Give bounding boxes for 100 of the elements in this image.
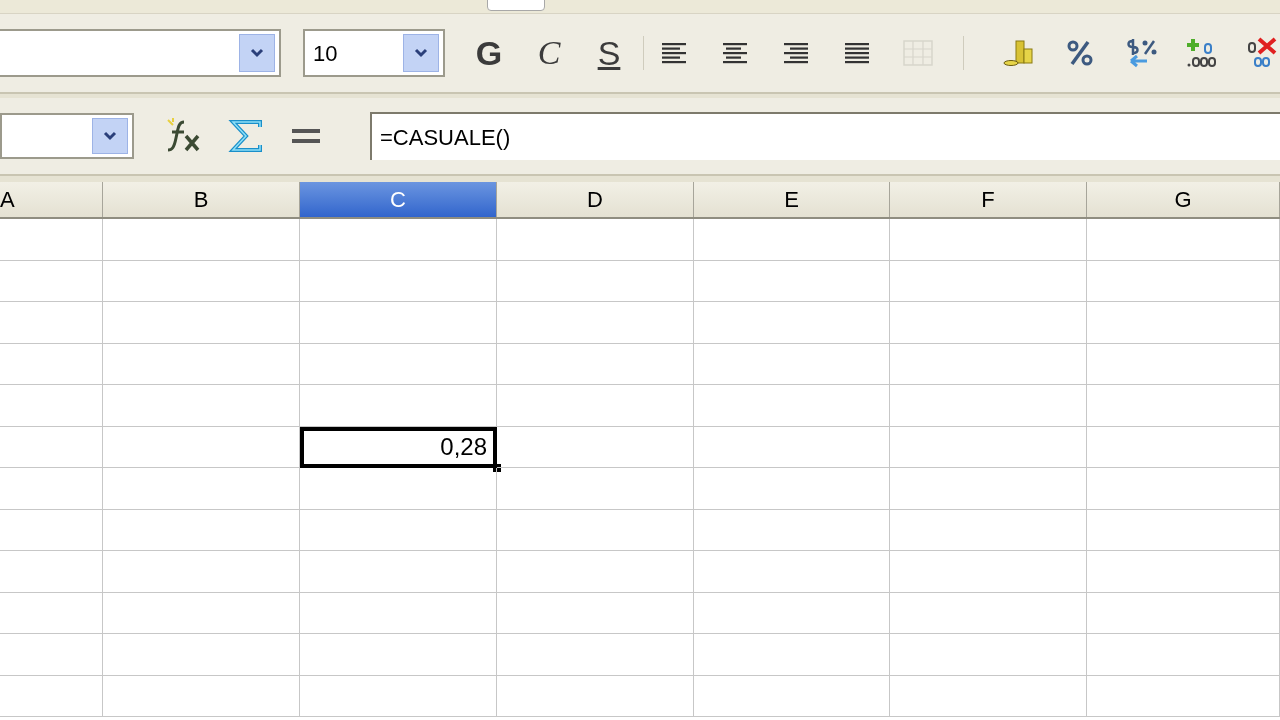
table-cell[interactable] bbox=[300, 302, 497, 344]
delete-decimal-icon[interactable] bbox=[1247, 37, 1279, 69]
table-cell[interactable] bbox=[103, 343, 300, 385]
table-cell[interactable] bbox=[497, 592, 694, 634]
table-cell[interactable] bbox=[103, 675, 300, 717]
table-cell[interactable] bbox=[0, 343, 103, 385]
dropdown-button[interactable] bbox=[92, 118, 128, 154]
table-cell[interactable] bbox=[890, 509, 1087, 551]
table-cell[interactable] bbox=[300, 219, 497, 261]
table-cell[interactable] bbox=[300, 343, 497, 385]
equals-icon[interactable] bbox=[290, 126, 322, 146]
table-cell[interactable] bbox=[890, 675, 1087, 717]
table-cell[interactable] bbox=[1087, 592, 1280, 634]
table-cell[interactable] bbox=[103, 551, 300, 593]
table-cell[interactable] bbox=[694, 219, 890, 261]
table-cell[interactable] bbox=[497, 468, 694, 510]
table-cell[interactable] bbox=[103, 385, 300, 427]
table-cell[interactable] bbox=[1087, 675, 1280, 717]
table-cell[interactable] bbox=[694, 509, 890, 551]
table-cell[interactable] bbox=[300, 385, 497, 427]
table-cell[interactable] bbox=[300, 509, 497, 551]
table-cell[interactable] bbox=[497, 509, 694, 551]
font-size-field[interactable]: 10 bbox=[303, 29, 445, 77]
table-cell[interactable] bbox=[1087, 551, 1280, 593]
table-cell[interactable] bbox=[300, 634, 497, 676]
table-cell[interactable] bbox=[890, 592, 1087, 634]
table-cell[interactable] bbox=[1087, 509, 1280, 551]
table-cell[interactable] bbox=[300, 468, 497, 510]
table-cell[interactable] bbox=[1087, 468, 1280, 510]
table-cell[interactable] bbox=[103, 426, 300, 468]
table-cell[interactable] bbox=[497, 675, 694, 717]
table-cell[interactable] bbox=[0, 675, 103, 717]
table-cell[interactable] bbox=[0, 385, 103, 427]
table-cell[interactable] bbox=[1087, 302, 1280, 344]
table-cell[interactable] bbox=[0, 426, 103, 468]
table-cell[interactable] bbox=[890, 302, 1087, 344]
font-name-field[interactable] bbox=[0, 29, 281, 77]
table-cell[interactable] bbox=[300, 260, 497, 302]
table-cell[interactable] bbox=[694, 302, 890, 344]
table-cell[interactable] bbox=[497, 385, 694, 427]
table-cell[interactable] bbox=[694, 343, 890, 385]
table-cell[interactable] bbox=[103, 592, 300, 634]
dollar-percent-icon[interactable] bbox=[1125, 37, 1157, 69]
table-cell[interactable] bbox=[1087, 426, 1280, 468]
table-cell[interactable] bbox=[694, 385, 890, 427]
table-cell[interactable] bbox=[0, 592, 103, 634]
table-cell[interactable] bbox=[0, 634, 103, 676]
table-cell[interactable] bbox=[0, 551, 103, 593]
column-header[interactable]: E bbox=[694, 182, 890, 217]
table-cell[interactable] bbox=[694, 426, 890, 468]
table-cell[interactable] bbox=[1087, 219, 1280, 261]
table-cell[interactable] bbox=[0, 260, 103, 302]
table-cell[interactable] bbox=[0, 468, 103, 510]
dropdown-button[interactable] bbox=[403, 34, 439, 72]
formula-input[interactable]: =CASUALE() bbox=[370, 112, 1280, 160]
table-cell[interactable] bbox=[497, 426, 694, 468]
table-cell[interactable] bbox=[890, 551, 1087, 593]
table-cell[interactable] bbox=[103, 468, 300, 510]
table-cell[interactable] bbox=[694, 592, 890, 634]
table-cell[interactable] bbox=[497, 634, 694, 676]
table-cell[interactable] bbox=[0, 509, 103, 551]
coins-icon[interactable] bbox=[1003, 37, 1035, 69]
table-cell[interactable] bbox=[890, 426, 1087, 468]
table-cell[interactable] bbox=[497, 343, 694, 385]
table-cell[interactable] bbox=[890, 260, 1087, 302]
table-cell[interactable] bbox=[694, 634, 890, 676]
table-cell[interactable] bbox=[300, 675, 497, 717]
table-cell[interactable] bbox=[890, 468, 1087, 510]
italic-button[interactable]: C bbox=[529, 31, 569, 75]
fill-handle[interactable] bbox=[493, 464, 501, 472]
table-cell[interactable] bbox=[497, 219, 694, 261]
column-header[interactable]: D bbox=[497, 182, 694, 217]
column-header[interactable]: A bbox=[0, 182, 103, 217]
table-cell[interactable] bbox=[890, 343, 1087, 385]
underline-button[interactable]: S bbox=[589, 31, 629, 75]
table-cell[interactable] bbox=[890, 385, 1087, 427]
table-cell[interactable] bbox=[1087, 634, 1280, 676]
table-cell[interactable] bbox=[890, 634, 1087, 676]
table-cell[interactable] bbox=[694, 551, 890, 593]
table-cell[interactable] bbox=[300, 592, 497, 634]
table-cell[interactable] bbox=[0, 219, 103, 261]
column-header[interactable]: F bbox=[890, 182, 1087, 217]
column-header[interactable]: C bbox=[300, 182, 497, 217]
table-cell[interactable] bbox=[497, 551, 694, 593]
table-cell[interactable] bbox=[0, 302, 103, 344]
table-cell[interactable] bbox=[694, 260, 890, 302]
column-header[interactable]: G bbox=[1087, 182, 1280, 217]
table-cell[interactable] bbox=[103, 634, 300, 676]
table-cell[interactable] bbox=[694, 468, 890, 510]
table-cell[interactable] bbox=[890, 219, 1087, 261]
bold-button[interactable]: G bbox=[469, 31, 509, 75]
table-cell[interactable] bbox=[300, 551, 497, 593]
table-cell[interactable] bbox=[694, 675, 890, 717]
table-cell[interactable] bbox=[103, 302, 300, 344]
table-cell[interactable] bbox=[1087, 260, 1280, 302]
table-cell[interactable] bbox=[497, 302, 694, 344]
table-cell[interactable] bbox=[497, 260, 694, 302]
column-header[interactable]: B bbox=[103, 182, 300, 217]
table-cell[interactable] bbox=[103, 219, 300, 261]
table-cell[interactable] bbox=[1087, 343, 1280, 385]
